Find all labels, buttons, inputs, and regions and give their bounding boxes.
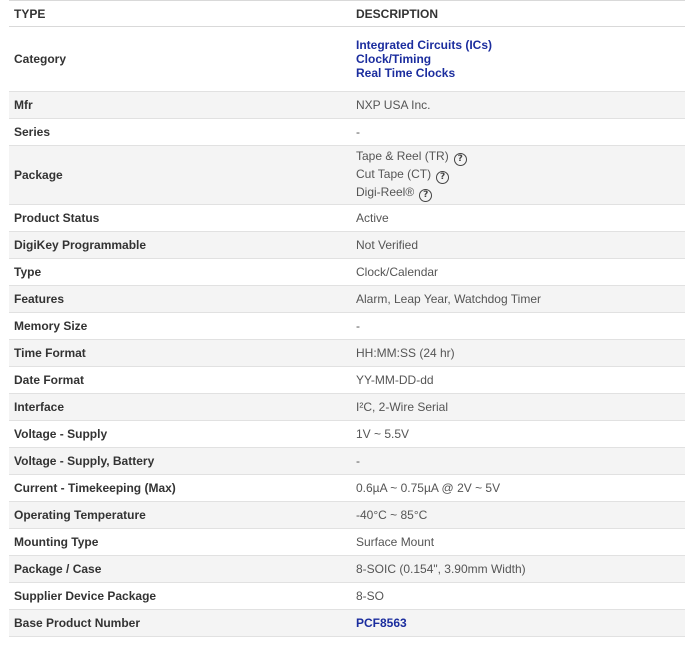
table-row-series: Series - <box>9 118 685 146</box>
category-link-real-time-clocks[interactable]: Real Time Clocks <box>356 66 685 80</box>
base-product-number-link[interactable]: PCF8563 <box>356 616 685 630</box>
table-row-features: Features Alarm, Leap Year, Watchdog Time… <box>9 285 685 313</box>
package-option: Digi-Reel®? <box>356 184 685 202</box>
base-product-number-cell: PCF8563 <box>351 609 685 637</box>
table-row-current-timekeeping: Current - Timekeeping (Max) 0.6µA ~ 0.75… <box>9 474 685 502</box>
package-option-label: Cut Tape (CT) <box>356 167 432 181</box>
table-row-base-product-number: Base Product Number PCF8563 <box>9 609 685 637</box>
attr-value: 8-SO <box>351 582 685 610</box>
attr-label: Category <box>9 26 351 92</box>
category-link-ics[interactable]: Integrated Circuits (ICs) <box>356 38 685 52</box>
question-circle-icon[interactable]: ? <box>436 171 450 184</box>
attr-value: Active <box>351 204 685 232</box>
product-attributes: TYPE DESCRIPTION Category Integrated Cir… <box>9 0 685 637</box>
attr-value: - <box>351 312 685 340</box>
attr-value: 1V ~ 5.5V <box>351 420 685 448</box>
category-value: Integrated Circuits (ICs) Clock/Timing R… <box>351 26 685 92</box>
attr-label: Series <box>9 118 351 146</box>
attr-value: NXP USA Inc. <box>351 91 685 119</box>
category-link-clock-timing[interactable]: Clock/Timing <box>356 52 685 66</box>
table-row-digikey-programmable: DigiKey Programmable Not Verified <box>9 231 685 259</box>
attr-label: Operating Temperature <box>9 501 351 529</box>
attr-label: Features <box>9 285 351 313</box>
attr-label: Package <box>9 145 351 205</box>
attr-label: Product Status <box>9 204 351 232</box>
table-row-time-format: Time Format HH:MM:SS (24 hr) <box>9 339 685 367</box>
attr-value: Clock/Calendar <box>351 258 685 286</box>
table-row-package: Package Tape & Reel (TR)? Cut Tape (CT)?… <box>9 145 685 205</box>
package-value: Tape & Reel (TR)? Cut Tape (CT)? Digi-Re… <box>351 145 685 205</box>
table-row-memory-size: Memory Size - <box>9 312 685 340</box>
attr-label: Memory Size <box>9 312 351 340</box>
question-circle-icon[interactable]: ? <box>419 189 433 202</box>
attr-label: Voltage - Supply <box>9 420 351 448</box>
table-row-date-format: Date Format YY-MM-DD-dd <box>9 366 685 394</box>
table-row-type: Type Clock/Calendar <box>9 258 685 286</box>
attr-label: Date Format <box>9 366 351 394</box>
package-option: Tape & Reel (TR)? <box>356 148 685 166</box>
table-row-voltage-supply: Voltage - Supply 1V ~ 5.5V <box>9 420 685 448</box>
attr-value: I²C, 2-Wire Serial <box>351 393 685 421</box>
table-row-supplier-device-package: Supplier Device Package 8-SO <box>9 582 685 610</box>
header-description: DESCRIPTION <box>351 0 685 27</box>
table-row-product-status: Product Status Active <box>9 204 685 232</box>
package-option-label: Tape & Reel (TR) <box>356 149 449 163</box>
attr-value: 0.6µA ~ 0.75µA @ 2V ~ 5V <box>351 474 685 502</box>
attr-label: Base Product Number <box>9 609 351 637</box>
attr-label: Mfr <box>9 91 351 119</box>
attr-label: Mounting Type <box>9 528 351 556</box>
attr-value: Not Verified <box>351 231 685 259</box>
attr-label: Supplier Device Package <box>9 582 351 610</box>
attr-value: HH:MM:SS (24 hr) <box>351 339 685 367</box>
attr-value: Alarm, Leap Year, Watchdog Timer <box>351 285 685 313</box>
attr-label: Package / Case <box>9 555 351 583</box>
attr-label: Type <box>9 258 351 286</box>
attr-value: -40°C ~ 85°C <box>351 501 685 529</box>
table-header-row: TYPE DESCRIPTION <box>9 0 685 27</box>
header-type: TYPE <box>9 0 351 27</box>
table-row-package-case: Package / Case 8-SOIC (0.154", 3.90mm Wi… <box>9 555 685 583</box>
attr-label: Current - Timekeeping (Max) <box>9 474 351 502</box>
attr-value: 8-SOIC (0.154", 3.90mm Width) <box>351 555 685 583</box>
attr-label: Voltage - Supply, Battery <box>9 447 351 475</box>
table-row-mounting-type: Mounting Type Surface Mount <box>9 528 685 556</box>
attr-value: YY-MM-DD-dd <box>351 366 685 394</box>
attr-label: Time Format <box>9 339 351 367</box>
table-row-operating-temperature: Operating Temperature -40°C ~ 85°C <box>9 501 685 529</box>
product-attributes-table: TYPE DESCRIPTION Category Integrated Cir… <box>9 0 685 637</box>
package-option: Cut Tape (CT)? <box>356 166 685 184</box>
package-option-label: Digi-Reel® <box>356 185 415 199</box>
attr-value: - <box>351 118 685 146</box>
attr-value: Surface Mount <box>351 528 685 556</box>
table-row-interface: Interface I²C, 2-Wire Serial <box>9 393 685 421</box>
attr-label: Interface <box>9 393 351 421</box>
table-row-category: Category Integrated Circuits (ICs) Clock… <box>9 26 685 92</box>
attr-label: DigiKey Programmable <box>9 231 351 259</box>
table-row-voltage-supply-battery: Voltage - Supply, Battery - <box>9 447 685 475</box>
table-row-mfr: Mfr NXP USA Inc. <box>9 91 685 119</box>
attr-value: - <box>351 447 685 475</box>
question-circle-icon[interactable]: ? <box>453 153 467 166</box>
